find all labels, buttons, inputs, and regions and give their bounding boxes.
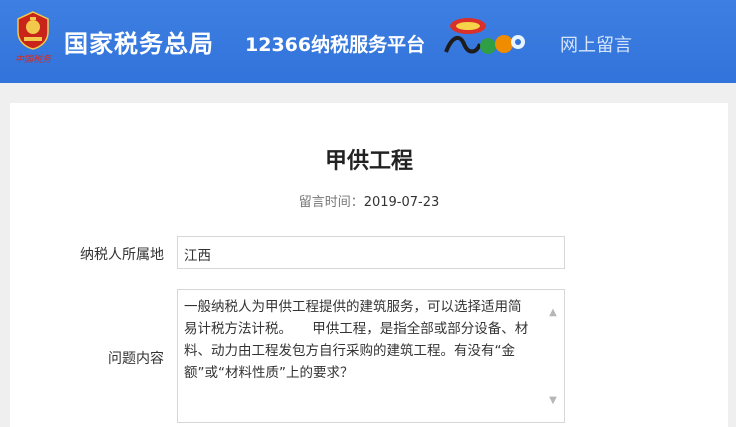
question-textarea[interactable]: 一般纳税人为甲供工程提供的建筑服务，可以选择适用简易计税方法计税。 甲供工程，是…	[177, 289, 565, 423]
date-label: 留言时间：	[298, 195, 364, 210]
message-date: 留言时间：2019-07-23	[10, 191, 728, 210]
scroll-down-icon[interactable]: ▼	[546, 394, 560, 408]
platform-title[interactable]: 12366纳税服务平台	[245, 30, 425, 57]
tax-emblem-icon	[17, 11, 49, 50]
site-title[interactable]: 国家税务总局	[64, 24, 214, 59]
message-card: 甲供工程 留言时间：2019-07-23 纳税人所属地 江西 问题内容 一般纳税…	[10, 103, 728, 427]
emblem-caption: 中国税务	[14, 55, 51, 65]
page-title: 甲供工程	[324, 149, 413, 174]
location-value: 江西	[184, 248, 211, 264]
question-text: 一般纳税人为甲供工程提供的建筑服务，可以选择适用简易计税方法计税。 甲供工程，是…	[184, 299, 529, 381]
location-field[interactable]: 江西	[177, 236, 565, 269]
scroll-up-icon[interactable]: ▲	[546, 306, 560, 320]
date-value: 2019-07-23	[363, 195, 440, 210]
online-message-link[interactable]: 网上留言	[560, 31, 632, 57]
site-header: 中国税务 国家税务总局 12366纳税服务平台 网上留言	[0, 0, 736, 83]
question-label: 问题内容	[108, 351, 164, 367]
12366-mascot-icon	[444, 18, 525, 54]
location-label: 纳税人所属地	[80, 247, 164, 263]
